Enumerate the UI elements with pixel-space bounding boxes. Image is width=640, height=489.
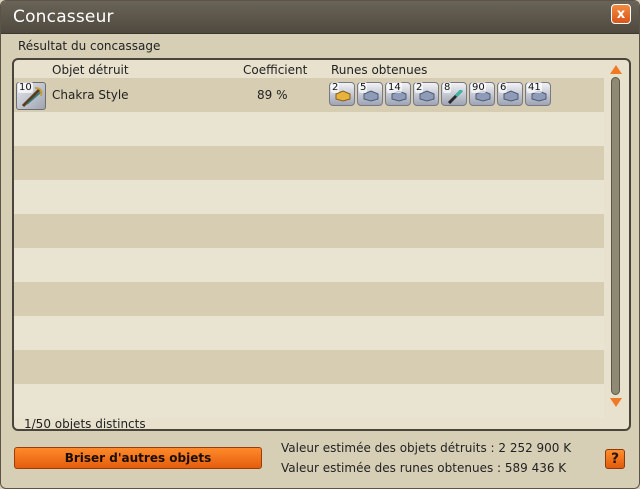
scroll-up-icon[interactable]: [609, 63, 623, 75]
results-list: 10 Chakra Style 89 % 2 5 14 2 8 90 6 41: [14, 78, 604, 418]
crusher-window: Concasseur x Résultat du concassage Obje…: [0, 0, 640, 489]
scroll-track[interactable]: [611, 77, 620, 395]
results-panel: Objet détruit Coefficient Runes obtenues…: [12, 58, 631, 431]
estimated-runes-value: Valeur estimée des runes obtenues : 589 …: [281, 461, 567, 475]
item-coefficient: 89 %: [257, 88, 288, 102]
window-title: Concasseur: [13, 7, 114, 27]
list-item: [14, 316, 604, 350]
list-item: [14, 248, 604, 282]
silver-rune-icon[interactable]: 14: [385, 82, 411, 106]
scroll-down-icon[interactable]: [609, 397, 623, 409]
list-item: [14, 282, 604, 316]
silver-rune-icon[interactable]: 6: [497, 82, 523, 106]
close-icon: x: [616, 7, 626, 22]
rune-quantity: 2: [415, 82, 424, 93]
help-button[interactable]: ?: [605, 449, 625, 469]
item-name: Chakra Style: [52, 88, 129, 102]
titlebar: Concasseur x: [1, 1, 639, 34]
rune-quantity: 14: [387, 82, 402, 93]
chakra-style-item-icon[interactable]: 10: [16, 82, 46, 110]
rune-quantity: 41: [527, 82, 542, 93]
silver-rune-icon[interactable]: 5: [357, 82, 383, 106]
silver-rune-icon[interactable]: 2: [413, 82, 439, 106]
table-header: Objet détruit Coefficient Runes obtenues: [14, 60, 604, 78]
teal-rune-icon[interactable]: 8: [441, 82, 467, 106]
help-icon: ?: [610, 451, 620, 467]
scrollbar[interactable]: [606, 63, 626, 409]
list-item: [14, 112, 604, 146]
rune-quantity: 8: [443, 82, 452, 93]
estimated-destroyed-value: Valeur estimée des objets détruits : 2 2…: [281, 441, 572, 455]
silver-rune-icon[interactable]: 90: [469, 82, 495, 106]
break-more-button[interactable]: Briser d'autres objets: [14, 447, 262, 469]
column-header-destroyed-item: Objet détruit: [52, 63, 129, 77]
section-label: Résultat du concassage: [18, 39, 161, 53]
column-header-coefficient: Coefficient: [243, 63, 308, 77]
list-item: [14, 214, 604, 248]
close-button[interactable]: x: [611, 4, 631, 24]
rune-quantity: 90: [471, 82, 486, 93]
list-item: [14, 146, 604, 180]
rune-quantity: 5: [359, 82, 368, 93]
rune-quantity: 6: [499, 82, 508, 93]
distinct-objects-count: 1/50 objets distincts: [24, 417, 146, 431]
item-quantity: 10: [18, 82, 33, 93]
table-row[interactable]: 10 Chakra Style 89 % 2 5 14 2 8 90 6 41: [14, 78, 604, 112]
column-header-runes: Runes obtenues: [331, 63, 428, 77]
silver-rune-icon[interactable]: 41: [525, 82, 551, 106]
gold-rune-icon[interactable]: 2: [329, 82, 355, 106]
list-item: [14, 180, 604, 214]
list-item: [14, 350, 604, 384]
list-item: [14, 384, 604, 418]
rune-quantity: 2: [331, 82, 340, 93]
